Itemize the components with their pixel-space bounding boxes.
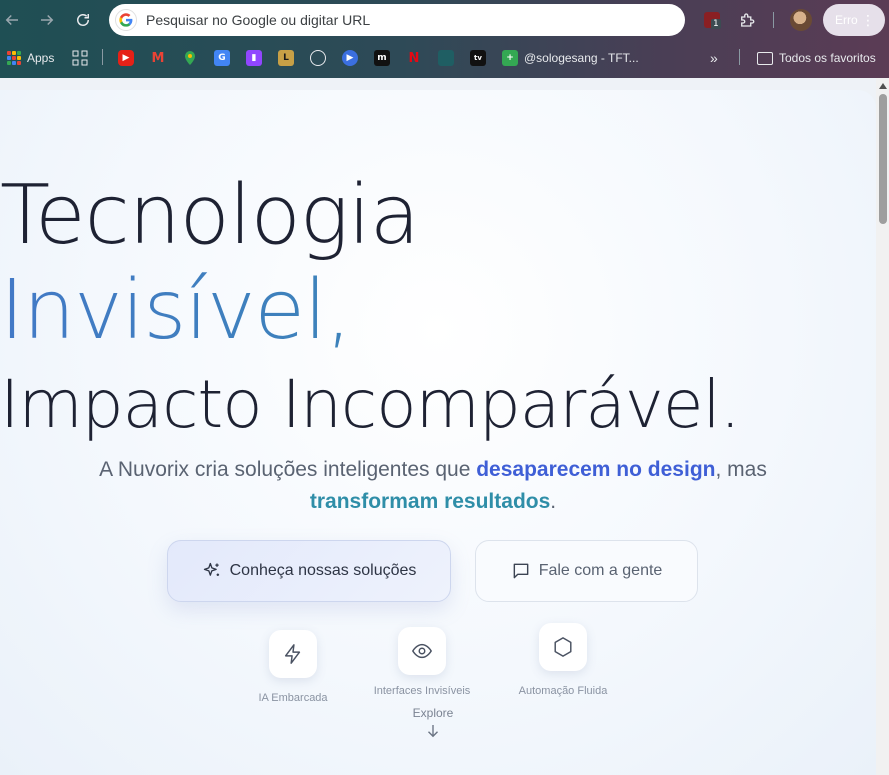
hero-subtitle: A Nuvorix cria soluções inteligentes que…	[60, 454, 806, 518]
subtitle-highlight-1: desaparecem no design	[476, 458, 716, 481]
feature-label: Automação Fluida	[518, 685, 608, 697]
arrow-down-icon[interactable]	[424, 722, 442, 740]
netflix-icon: N	[408, 50, 420, 66]
feature-label: IA Embarcada	[258, 692, 328, 704]
hero-title-line3: Impacto Incomparável.	[0, 366, 741, 443]
bookmark-play[interactable]: ▶	[342, 48, 358, 68]
subtitle-text-2: , mas	[715, 458, 767, 481]
bookmark-all-favorites[interactable]: Todos os favoritos	[757, 48, 876, 68]
page-viewport: Tecnologia Invisível, Impacto Incomparáv…	[0, 78, 889, 775]
eye-icon	[398, 627, 446, 675]
bookmark-netflix[interactable]: N	[406, 48, 422, 68]
feature-fluid-automation[interactable]: Automação Fluida	[508, 623, 618, 697]
bookmark-lolchess[interactable]: L	[278, 48, 294, 68]
play-circle-icon: ▶	[342, 50, 358, 66]
subtitle-text-1: A Nuvorix cria soluções inteligentes que	[99, 458, 477, 481]
hero-title-line2: Invisível,	[0, 263, 866, 358]
bookmark-apps[interactable]: Apps	[7, 48, 54, 68]
bookmark-grid[interactable]	[72, 48, 88, 68]
bookmark-gmail[interactable]: M	[150, 48, 166, 68]
sparkles-icon	[203, 562, 219, 576]
solutions-button-label: Conheça nossas soluções	[229, 562, 417, 579]
feature-ai-embedded[interactable]: IA Embarcada	[238, 630, 348, 704]
bookmark-m[interactable]: m	[374, 48, 390, 68]
menu-kebab-icon[interactable]: ⋮	[861, 12, 875, 28]
google-logo-icon	[115, 9, 137, 31]
profile-error-label: Erro	[835, 13, 858, 27]
bookmark-twitch[interactable]: ▮	[246, 48, 262, 68]
browser-toolbar: Pesquisar no Google ou digitar URL 1 Err…	[0, 0, 889, 40]
feature-label: Interfaces Invisíveis	[373, 685, 471, 697]
bookmark-teal[interactable]	[438, 48, 454, 68]
bookmark-tft-label: @sologesang - TFT...	[524, 51, 639, 65]
reload-button[interactable]	[71, 8, 95, 32]
explore-label[interactable]: Explore	[383, 706, 483, 720]
gmail-icon: M	[151, 50, 165, 66]
extension-badge: 1	[711, 19, 721, 29]
page-scrollbar[interactable]	[876, 78, 889, 775]
address-bar-placeholder: Pesquisar no Google ou digitar URL	[146, 12, 371, 28]
bookmarks-overflow-button[interactable]: »	[710, 48, 718, 68]
folder-icon	[757, 51, 773, 65]
youtube-icon: ▶	[118, 50, 134, 66]
bookmark-tft[interactable]: + @sologesang - TFT...	[502, 48, 639, 68]
reload-icon	[77, 14, 89, 26]
hero-title-line1: Tecnologia	[0, 168, 420, 263]
bookmark-divider-2	[739, 49, 740, 65]
browser-chrome: Pesquisar no Google ou digitar URL 1 Err…	[0, 0, 889, 78]
bookmark-generic-icon	[438, 50, 454, 66]
lolchess-icon: L	[278, 50, 294, 66]
extension-ublock-icon[interactable]: 1	[701, 9, 723, 31]
forward-button[interactable]	[35, 8, 59, 32]
bookmarks-bar: Apps ▶ M G ▮ L ▶ m N tv + @sologesang - …	[0, 40, 889, 76]
bookmark-youtube[interactable]: ▶	[118, 48, 134, 68]
lightning-icon	[269, 630, 317, 678]
solutions-button[interactable]: Conheça nossas soluções	[167, 540, 451, 602]
subtitle-highlight-2: transformam resultados	[309, 490, 551, 513]
hexagon-icon	[539, 623, 587, 671]
feature-invisible-interfaces[interactable]: Interfaces Invisíveis	[362, 627, 482, 697]
bookmark-divider	[102, 49, 103, 65]
grid-icon	[72, 50, 88, 66]
m-logo-icon: m	[374, 50, 390, 66]
openai-icon	[310, 50, 326, 66]
profile-avatar[interactable]	[790, 9, 812, 31]
arrow-right-icon	[41, 14, 54, 26]
maps-pin-icon	[182, 50, 198, 66]
subtitle-text-3: .	[550, 490, 557, 513]
sheets-icon: +	[502, 50, 518, 66]
bookmark-appletv[interactable]: tv	[470, 48, 486, 68]
arrow-left-icon	[5, 14, 18, 26]
bookmark-apps-label: Apps	[27, 51, 55, 65]
profile-error-button[interactable]: Erro ⋮	[823, 4, 885, 36]
extensions-puzzle-icon[interactable]	[736, 9, 758, 31]
bookmark-maps[interactable]	[182, 48, 198, 68]
scroll-thumb[interactable]	[879, 94, 887, 224]
twitch-icon: ▮	[246, 50, 262, 66]
back-button[interactable]	[0, 8, 24, 32]
contact-button[interactable]: Fale com a gente	[475, 540, 698, 602]
apps-grid-icon	[7, 51, 21, 65]
chevron-double-right-icon: »	[710, 50, 718, 66]
bookmark-openai[interactable]	[310, 48, 326, 68]
translate-icon: G	[214, 50, 230, 66]
contact-button-label: Fale com a gente	[538, 562, 663, 579]
hero-section: Tecnologia Invisível, Impacto Incomparáv…	[0, 90, 876, 775]
toolbar-divider	[773, 12, 774, 28]
apple-tv-icon: tv	[470, 50, 486, 66]
chat-bubble-icon	[513, 563, 529, 579]
scroll-up-arrow-icon[interactable]	[879, 83, 887, 89]
all-favorites-label: Todos os favoritos	[779, 51, 876, 65]
bookmark-translate[interactable]: G	[214, 48, 230, 68]
address-bar[interactable]: Pesquisar no Google ou digitar URL	[109, 4, 685, 36]
